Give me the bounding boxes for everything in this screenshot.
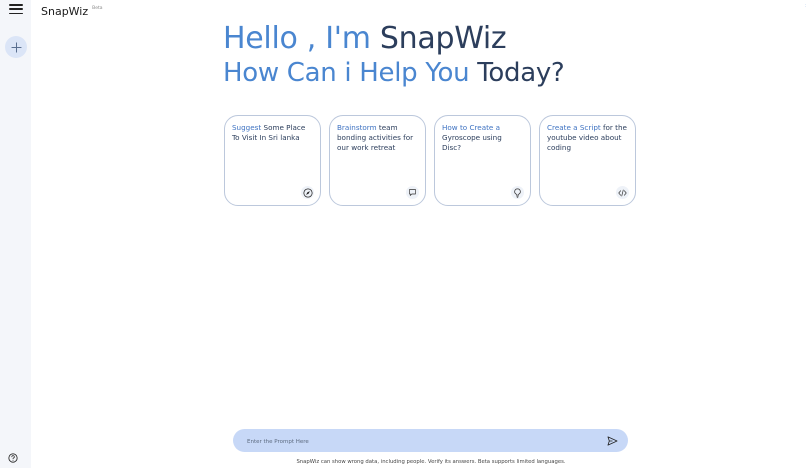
app-title: SnapWiz Beta [41,5,103,18]
card-highlight: Suggest [232,123,264,132]
card-highlight: Create a Script [547,123,603,132]
lightbulb-icon [511,186,524,199]
greeting-line-1: Hello , I'm SnapWiz [223,21,507,56]
plus-icon [10,41,22,53]
send-button[interactable] [605,433,620,448]
card-highlight: Brainstorm [337,123,379,132]
suggestion-card-brainstorm[interactable]: Brainstorm team bonding activities for o… [329,115,426,206]
suggestion-card-place[interactable]: Suggest Some Place To Visit In Sri lanka [224,115,321,206]
card-text: How to Create a Gyroscope using Disc? [442,123,523,153]
prompt-bar [233,429,628,452]
greeting-hello: Hello , I'm [223,21,380,56]
card-highlight: How to Create a [442,123,501,132]
app-name: SnapWiz [41,5,89,18]
greeting-line-2: How Can i Help You Today? [223,58,565,88]
card-body: Gyroscope using Disc? [442,133,502,152]
compass-icon [301,186,314,199]
code-icon [616,186,629,199]
beta-badge: Beta [92,6,103,11]
card-text: Create a Script for the youtube video ab… [547,123,628,153]
disclaimer-text: SnapWiz can show wrong data, including p… [296,459,566,465]
send-icon [607,436,618,445]
greeting-today: Today? [477,58,565,88]
card-text: Suggest Some Place To Visit In Sri lanka [232,123,313,143]
chat-bubble-icon [406,186,419,199]
card-text: Brainstorm team bonding activities for o… [337,123,418,153]
hamburger-menu-icon[interactable] [9,3,23,15]
new-chat-button[interactable] [5,36,27,58]
suggestion-card-gyroscope[interactable]: How to Create a Gyroscope using Disc? [434,115,531,206]
greeting-question: How Can i Help You [223,58,478,88]
suggestion-card-script[interactable]: Create a Script for the youtube video ab… [539,115,636,206]
suggestion-cards: Suggest Some Place To Visit In Sri lanka… [224,115,636,206]
user-icon[interactable] [800,3,806,13]
sidebar [0,0,31,468]
greeting-name: SnapWiz [379,21,507,56]
prompt-input[interactable] [245,434,589,449]
